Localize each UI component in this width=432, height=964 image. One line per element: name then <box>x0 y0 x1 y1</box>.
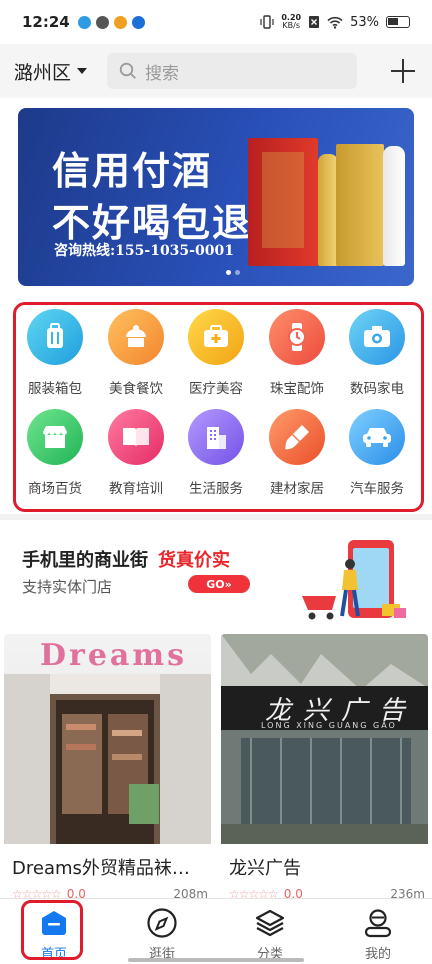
cake-icon <box>108 309 164 365</box>
banner-headline: 信用付酒 <box>52 148 213 193</box>
category-label: 珠宝配饰 <box>270 381 324 397</box>
gesture-home-indicator[interactable] <box>128 958 304 962</box>
search-icon <box>119 62 137 80</box>
category-item[interactable]: 商场百货 <box>15 409 95 497</box>
category-item[interactable]: 美食餐饮 <box>96 309 176 397</box>
shop-photo: Dreams <box>4 634 211 844</box>
category-label: 教育培训 <box>109 481 163 497</box>
notification-app-icon <box>95 15 109 29</box>
go-button[interactable]: GO» <box>188 575 250 593</box>
category-item[interactable]: 医疗美容 <box>176 309 256 397</box>
tab-mine[interactable]: 我的 <box>324 899 432 964</box>
network-speed: 0.20 KB/s <box>281 14 301 30</box>
battery-percent: 53% <box>350 14 379 30</box>
watch-icon <box>269 309 325 365</box>
banner-pager <box>226 270 240 275</box>
district-selector[interactable]: 潞州区 <box>14 58 88 85</box>
banner-hotline: 咨询热线:155-1035-0001 <box>54 243 234 259</box>
tab-category[interactable]: 分类 <box>216 899 324 964</box>
category-label: 数码家电 <box>350 381 404 397</box>
layers-icon <box>253 906 287 940</box>
district-label: 潞州区 <box>14 61 72 84</box>
pager-dot <box>226 270 231 275</box>
category-item[interactable]: 汽车服务 <box>337 409 417 497</box>
promo-title: 手机里的商业街 货真价实 <box>22 546 230 572</box>
status-time: 12:24 <box>22 13 70 31</box>
search-input[interactable]: 搜索 <box>107 53 358 89</box>
shop-photo: 龙兴广告 LONG XING GUANG GAO <box>221 634 428 844</box>
promo-banner[interactable]: 信用付酒 不好喝包退 咨询热线:155-1035-0001 <box>18 108 414 286</box>
shop-name: 龙兴广告 <box>229 858 301 879</box>
banner-subheadline: 不好喝包退 <box>52 200 253 245</box>
liquor-bottle-image <box>383 146 405 266</box>
shopping-illustration-icon <box>302 540 406 620</box>
storefront-image <box>221 634 428 844</box>
pager-dot <box>235 270 240 275</box>
category-label: 服装箱包 <box>28 381 82 397</box>
brush-icon <box>269 409 325 465</box>
notification-app-icon <box>113 15 127 29</box>
search-placeholder: 搜索 <box>145 63 180 84</box>
home-tab-highlight-frame <box>21 900 83 960</box>
storefront-image <box>4 674 211 844</box>
sim-off-icon <box>309 16 320 28</box>
category-label: 生活服务 <box>189 481 243 497</box>
category-item[interactable]: 教育培训 <box>96 409 176 497</box>
category-label: 汽车服务 <box>350 481 404 497</box>
speed-unit: KB/s <box>282 21 301 30</box>
camera-icon <box>349 309 405 365</box>
store-icon <box>27 409 83 465</box>
add-plus-button[interactable] <box>388 56 418 86</box>
category-label: 商场百货 <box>28 481 82 497</box>
liquor-bottle-image <box>318 154 338 266</box>
shop-name: Dreams外贸精品袜… <box>12 858 190 879</box>
category-label: 医疗美容 <box>189 381 243 397</box>
category-item[interactable]: 服装箱包 <box>15 309 95 397</box>
compass-icon <box>145 906 179 940</box>
category-label: 建材家居 <box>270 481 324 497</box>
liquor-box-image <box>336 144 384 266</box>
battery-icon <box>386 16 410 28</box>
promo-title-text: 手机里的商业街 <box>22 550 148 571</box>
category-item[interactable]: 生活服务 <box>176 409 256 497</box>
vibrate-icon <box>260 15 274 29</box>
shop-card[interactable]: Dreams Dreams外贸精品袜… ☆☆☆☆☆ 0.0 208m <box>4 634 211 900</box>
top-header: 潞州区 搜索 <box>0 44 432 98</box>
status-bar: 12:24 0.20 KB/s 53% <box>0 0 432 44</box>
book-icon <box>108 409 164 465</box>
category-label: 美食餐饮 <box>109 381 163 397</box>
wifi-icon <box>327 16 343 29</box>
promo-section[interactable]: 手机里的商业街 货真价实 支持实体门店 GO» <box>0 520 432 624</box>
promo-subtitle: 支持实体门店 <box>22 578 113 596</box>
medical-kit-icon <box>188 309 244 365</box>
building-icon <box>188 409 244 465</box>
car-icon <box>349 409 405 465</box>
shop-sign-subtitle: LONG XING GUANG GAO <box>261 721 397 730</box>
caret-down-icon <box>77 68 88 74</box>
liquor-box-image <box>248 138 318 266</box>
promo-highlight: 货真价实 <box>158 550 230 571</box>
category-item[interactable]: 数码家电 <box>337 309 417 397</box>
notification-icons <box>77 15 145 29</box>
notification-app-icon <box>131 15 145 29</box>
luggage-icon <box>27 309 83 365</box>
user-icon <box>361 906 395 940</box>
notification-app-icon <box>77 15 91 29</box>
tab-stroll[interactable]: 逛街 <box>108 899 216 964</box>
tab-label: 我的 <box>364 947 391 962</box>
shop-card[interactable]: 龙兴广告 LONG XING GUANG GAO 龙兴广告 ☆☆☆☆☆ 0.0 … <box>221 634 428 900</box>
category-item[interactable]: 珠宝配饰 <box>257 309 337 397</box>
category-item[interactable]: 建材家居 <box>257 409 337 497</box>
status-right: 0.20 KB/s 53% <box>260 14 410 30</box>
